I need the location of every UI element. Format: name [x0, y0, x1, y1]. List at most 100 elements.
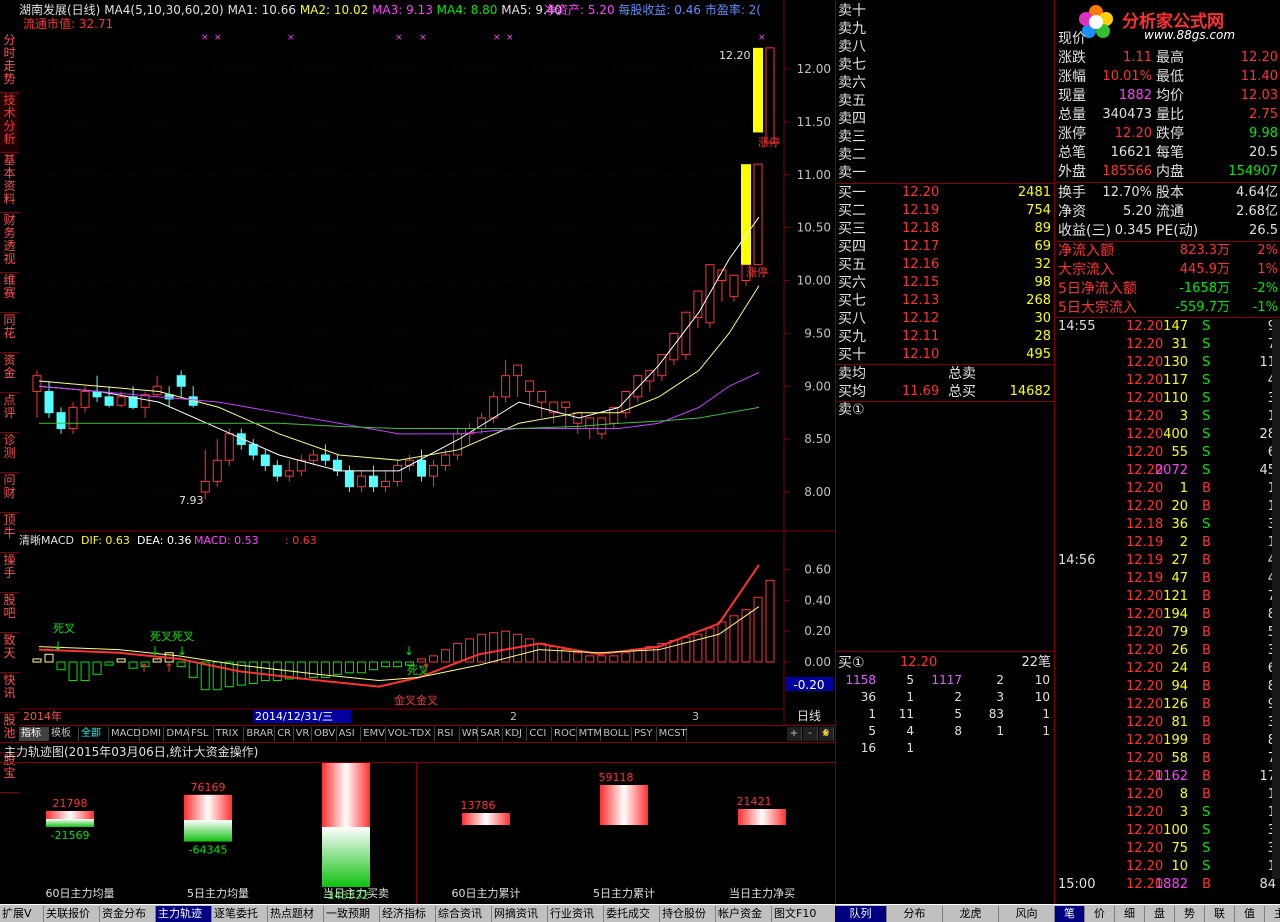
queue-volume: 16 [860, 741, 876, 755]
indicator-tab-brar[interactable]: BRAR [244, 727, 276, 741]
status-right-tab-7[interactable]: 盘 [1145, 906, 1175, 922]
status-tab-11[interactable]: 委托成交 [604, 906, 660, 922]
status-right-tab-5[interactable]: 价 [1085, 906, 1115, 922]
left-tab-10[interactable]: 顶牛 [0, 513, 19, 553]
status-tab-14[interactable]: 图文F10 [772, 906, 840, 922]
left-tab-4[interactable]: 维赛 [0, 273, 19, 313]
status-right-tab-10[interactable]: 值 [1235, 906, 1265, 922]
macd-bar [80, 661, 90, 681]
status-tab-3[interactable]: 主力轨迹 [156, 906, 212, 922]
status-tab-13[interactable]: 帐户资金 [716, 906, 772, 922]
indicator-tab-mcst[interactable]: MCST [657, 727, 688, 741]
date-year: 2014年 [23, 709, 62, 723]
divider [1056, 182, 1280, 183]
left-tab-9[interactable]: 问财 [0, 473, 19, 513]
status-tab-2[interactable]: 资金分布 [100, 906, 156, 922]
left-tab-2[interactable]: 基本资料 [0, 153, 19, 213]
ma4-line [39, 406, 760, 430]
left-tab-12[interactable]: 股吧 [0, 593, 19, 633]
indicator-tab-asi[interactable]: ASI [337, 727, 362, 741]
candle-body [200, 480, 210, 493]
indicator-btn-0[interactable]: + [787, 727, 802, 741]
status-tab-12[interactable]: 持仓股份 [660, 906, 716, 922]
left-tab-13[interactable]: 致天 [0, 633, 19, 673]
indicator-tab-全部[interactable]: 全部 [79, 727, 109, 741]
quote-value: 0.345 [1114, 223, 1152, 238]
buy-level-volume: 28 [1034, 329, 1051, 344]
tick-volume: 100 [1163, 823, 1188, 838]
total-buy-label: 总买 [948, 384, 976, 400]
quote-value: 26.5 [1249, 223, 1278, 238]
status-right-tab-0[interactable]: 队列 [835, 906, 887, 922]
status-right-tab-2[interactable]: 龙虎 [943, 906, 999, 922]
status-right-tab-1[interactable]: 分布 [887, 906, 943, 922]
event-marker: × [493, 33, 501, 43]
quote-value: 11.40 [1240, 69, 1278, 84]
status-tab-0[interactable]: 扩展V [0, 906, 44, 922]
status-tab-5[interactable]: 热点题材 [268, 906, 324, 922]
indicator-tab-cr[interactable]: CR [275, 727, 294, 741]
status-right-tab-11[interactable]: 主 [1265, 906, 1280, 922]
tick-volume: 3 [1179, 409, 1188, 424]
indicator-tab-psy[interactable]: PSY [632, 727, 657, 741]
macd-bar [609, 655, 619, 663]
status-right-tab-9[interactable]: 联 [1205, 906, 1235, 922]
indicator-tab-kdj[interactable]: KDJ [503, 727, 528, 741]
status-tab-4[interactable]: 逐笔委托 [212, 906, 268, 922]
tick-side: S [1202, 823, 1211, 838]
indicator-tab-wr[interactable]: WR [460, 727, 479, 741]
tick-volume: 20 [1171, 499, 1188, 514]
left-tab-3[interactable]: 财务透视 [0, 213, 19, 273]
left-tab-8[interactable]: 诊测 [0, 433, 19, 473]
buy-level-volume: 89 [1034, 221, 1051, 236]
indicator-tab-cci[interactable]: CCI [527, 727, 552, 741]
indicator-tab-fsl[interactable]: FSL [189, 727, 214, 741]
status-tab-10[interactable]: 行业资讯 [548, 906, 604, 922]
candle-body [561, 401, 571, 408]
indicator-tab-模板[interactable]: 模板 [49, 727, 79, 741]
indicator-tab-macd[interactable]: MACD [109, 727, 141, 741]
macd-bar [597, 655, 607, 663]
indicator-tab-vol-tdx[interactable]: VOL-TDX [386, 727, 436, 741]
left-tab-6[interactable]: 资金 [0, 353, 19, 393]
indicator-tab-mtm[interactable]: MTM [577, 727, 602, 741]
status-right-tab-4[interactable]: 笔 [1055, 906, 1085, 922]
indicator-tab-roc[interactable]: ROC [552, 727, 577, 741]
event-marker: × [506, 33, 514, 43]
status-tab-6[interactable]: 一致预期 [324, 906, 380, 922]
indicator-tab-dma[interactable]: DMA [164, 727, 190, 741]
macd-bar [104, 661, 114, 666]
status-tab-9[interactable]: 网摘资讯 [492, 906, 548, 922]
indicator-tab-指标[interactable]: 指标 [19, 727, 49, 741]
favorite-star-icon[interactable]: ★ [819, 727, 834, 741]
status-tab-1[interactable]: 关联报价 [44, 906, 100, 922]
left-tab-1[interactable]: 技术分析 [0, 93, 19, 153]
indicator-tab-boll[interactable]: BOLL [601, 727, 632, 741]
buy-level-price: 12.16 [902, 257, 940, 272]
status-right-tab-6[interactable]: 细 [1115, 906, 1145, 922]
indicator-tab-obv[interactable]: OBV [312, 727, 337, 741]
status-right-tab-8[interactable]: 势 [1175, 906, 1205, 922]
left-tab-7[interactable]: 点评 [0, 393, 19, 433]
tick-volume: 147 [1163, 319, 1188, 334]
kline-chart-area[interactable]: 湖南发展(日线) MA4(5,10,30,60,20) MA1: 10.66 M… [19, 0, 835, 740]
left-tab-14[interactable]: 快讯 [0, 673, 19, 713]
tick-price: 12.20 [1126, 373, 1164, 388]
left-tab-0[interactable]: 分时走势 [0, 33, 19, 93]
tick-scrollbar[interactable] [1272, 319, 1280, 879]
indicator-tab-rsi[interactable]: RSI [435, 727, 460, 741]
indicator-tab-trix[interactable]: TRIX [214, 727, 245, 741]
left-tab-11[interactable]: 操手 [0, 553, 19, 593]
indicator-tab-vr[interactable]: VR [294, 727, 312, 741]
candle-body [32, 375, 42, 393]
tick-price: 12.20 [1126, 409, 1164, 424]
status-tab-8[interactable]: 综合资讯 [436, 906, 492, 922]
left-tab-5[interactable]: 同花 [0, 313, 19, 353]
status-right-tab-3[interactable]: 风向 [999, 906, 1055, 922]
indicator-btn-1[interactable]: - [803, 727, 818, 741]
indicator-tab-dmi[interactable]: DMI [140, 727, 165, 741]
tick-price: 12.20 [1126, 805, 1164, 820]
indicator-tab-sar[interactable]: SAR [478, 727, 503, 741]
indicator-tab-emv[interactable]: EMV [361, 727, 386, 741]
status-tab-7[interactable]: 经济指标 [380, 906, 436, 922]
